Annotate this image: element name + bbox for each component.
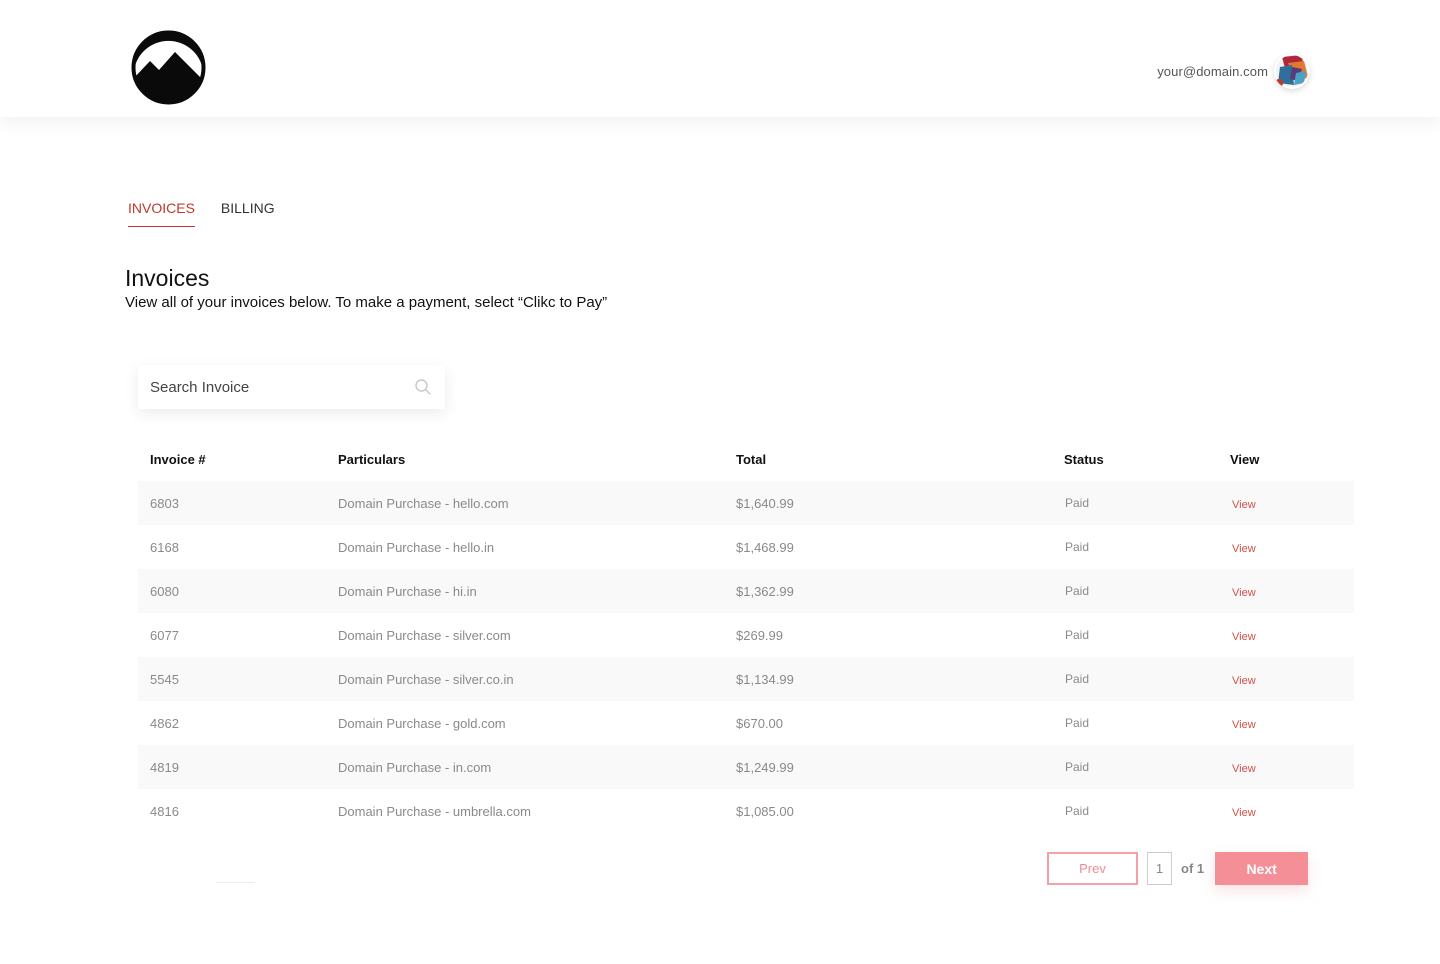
invoice-table: Invoice # Particulars Total Status View … — [138, 437, 1354, 833]
page-subtitle: View all of your invoices below. To make… — [125, 294, 608, 311]
column-header-particulars[interactable]: Particulars — [338, 452, 736, 467]
user-menu[interactable]: your@domain.com — [1157, 54, 1310, 88]
current-page-input[interactable]: 1 — [1147, 852, 1172, 885]
invoice-status: Paid — [1065, 760, 1090, 774]
table-row: 6168 Domain Purchase - hello.in $1,468.9… — [138, 525, 1354, 569]
search-box — [138, 365, 445, 409]
invoice-number: 4819 — [150, 759, 179, 775]
invoice-number: 6080 — [150, 583, 179, 599]
tab-billing[interactable]: BILLING — [221, 200, 275, 227]
invoice-number: 5545 — [150, 671, 179, 687]
view-invoice-link[interactable]: View — [1230, 807, 1256, 819]
table-row: 6077 Domain Purchase - silver.com $269.9… — [138, 613, 1354, 657]
table-row: 5545 Domain Purchase - silver.co.in $1,1… — [138, 657, 1354, 701]
invoice-total: $1,249.99 — [736, 759, 794, 775]
invoice-total: $1,362.99 — [736, 583, 794, 599]
invoice-status: Paid — [1065, 804, 1090, 818]
view-invoice-link[interactable]: View — [1230, 675, 1256, 687]
invoice-particulars: Domain Purchase - hello.com — [338, 495, 509, 511]
page-title: Invoices — [125, 265, 210, 291]
invoice-number: 6077 — [150, 627, 179, 643]
table-row: 4816 Domain Purchase - umbrella.com $1,0… — [138, 789, 1354, 833]
table-row: 6080 Domain Purchase - hi.in $1,362.99 P… — [138, 569, 1354, 613]
user-email: your@domain.com — [1157, 63, 1268, 79]
top-header: your@domain.com — [0, 0, 1440, 117]
invoice-total: $1,468.99 — [736, 539, 794, 555]
mountain-logo-icon[interactable] — [131, 30, 206, 105]
search-input[interactable] — [150, 378, 413, 396]
column-header-view[interactable]: View — [1230, 452, 1354, 467]
tab-bar: INVOICES BILLING — [128, 200, 275, 227]
prev-page-button[interactable]: Prev — [1047, 852, 1138, 885]
view-invoice-link[interactable]: View — [1230, 587, 1256, 599]
invoice-status: Paid — [1065, 540, 1090, 554]
invoice-number: 4862 — [150, 715, 179, 731]
view-invoice-link[interactable]: View — [1230, 499, 1256, 511]
column-header-total[interactable]: Total — [736, 452, 1054, 467]
table-row: 6803 Domain Purchase - hello.com $1,640.… — [138, 481, 1354, 525]
view-invoice-link[interactable]: View — [1230, 543, 1256, 555]
invoice-particulars: Domain Purchase - hello.in — [338, 539, 495, 555]
invoice-status: Paid — [1065, 496, 1090, 510]
invoice-number: 6803 — [150, 495, 179, 511]
invoice-total: $1,640.99 — [736, 495, 794, 511]
tab-invoices[interactable]: INVOICES — [128, 200, 195, 227]
column-header-status[interactable]: Status — [1054, 452, 1230, 467]
search-icon[interactable] — [413, 377, 433, 397]
invoice-status: Paid — [1065, 672, 1090, 686]
table-row: 4819 Domain Purchase - in.com $1,249.99 … — [138, 745, 1354, 789]
invoice-status: Paid — [1065, 584, 1090, 598]
divider — [216, 882, 255, 883]
invoice-status: Paid — [1065, 716, 1090, 730]
invoice-number: 4816 — [150, 803, 179, 819]
invoice-total: $670.00 — [736, 715, 783, 731]
view-invoice-link[interactable]: View — [1230, 763, 1256, 775]
table-header: Invoice # Particulars Total Status View — [138, 437, 1354, 481]
invoice-total: $1,134.99 — [736, 671, 794, 687]
view-invoice-link[interactable]: View — [1230, 631, 1256, 643]
invoice-number: 6168 — [150, 539, 179, 555]
invoice-particulars: Domain Purchase - hi.in — [338, 583, 477, 599]
view-invoice-link[interactable]: View — [1230, 719, 1256, 731]
invoice-particulars: Domain Purchase - silver.co.in — [338, 671, 514, 687]
next-page-button[interactable]: Next — [1215, 852, 1309, 885]
column-header-invoice[interactable]: Invoice # — [138, 452, 338, 467]
invoice-particulars: Domain Purchase - umbrella.com — [338, 803, 531, 819]
invoice-particulars: Domain Purchase - in.com — [338, 759, 492, 775]
avatar[interactable] — [1274, 53, 1310, 89]
invoice-particulars: Domain Purchase - silver.com — [338, 627, 511, 643]
pagination: Prev 1 of 1 Next — [1047, 852, 1309, 885]
invoice-status: Paid — [1065, 628, 1090, 642]
invoice-particulars: Domain Purchase - gold.com — [338, 715, 506, 731]
invoice-total: $269.99 — [736, 627, 783, 643]
invoice-total: $1,085.00 — [736, 803, 794, 819]
table-row: 4862 Domain Purchase - gold.com $670.00 … — [138, 701, 1354, 745]
page-count-label: of 1 — [1181, 861, 1205, 876]
